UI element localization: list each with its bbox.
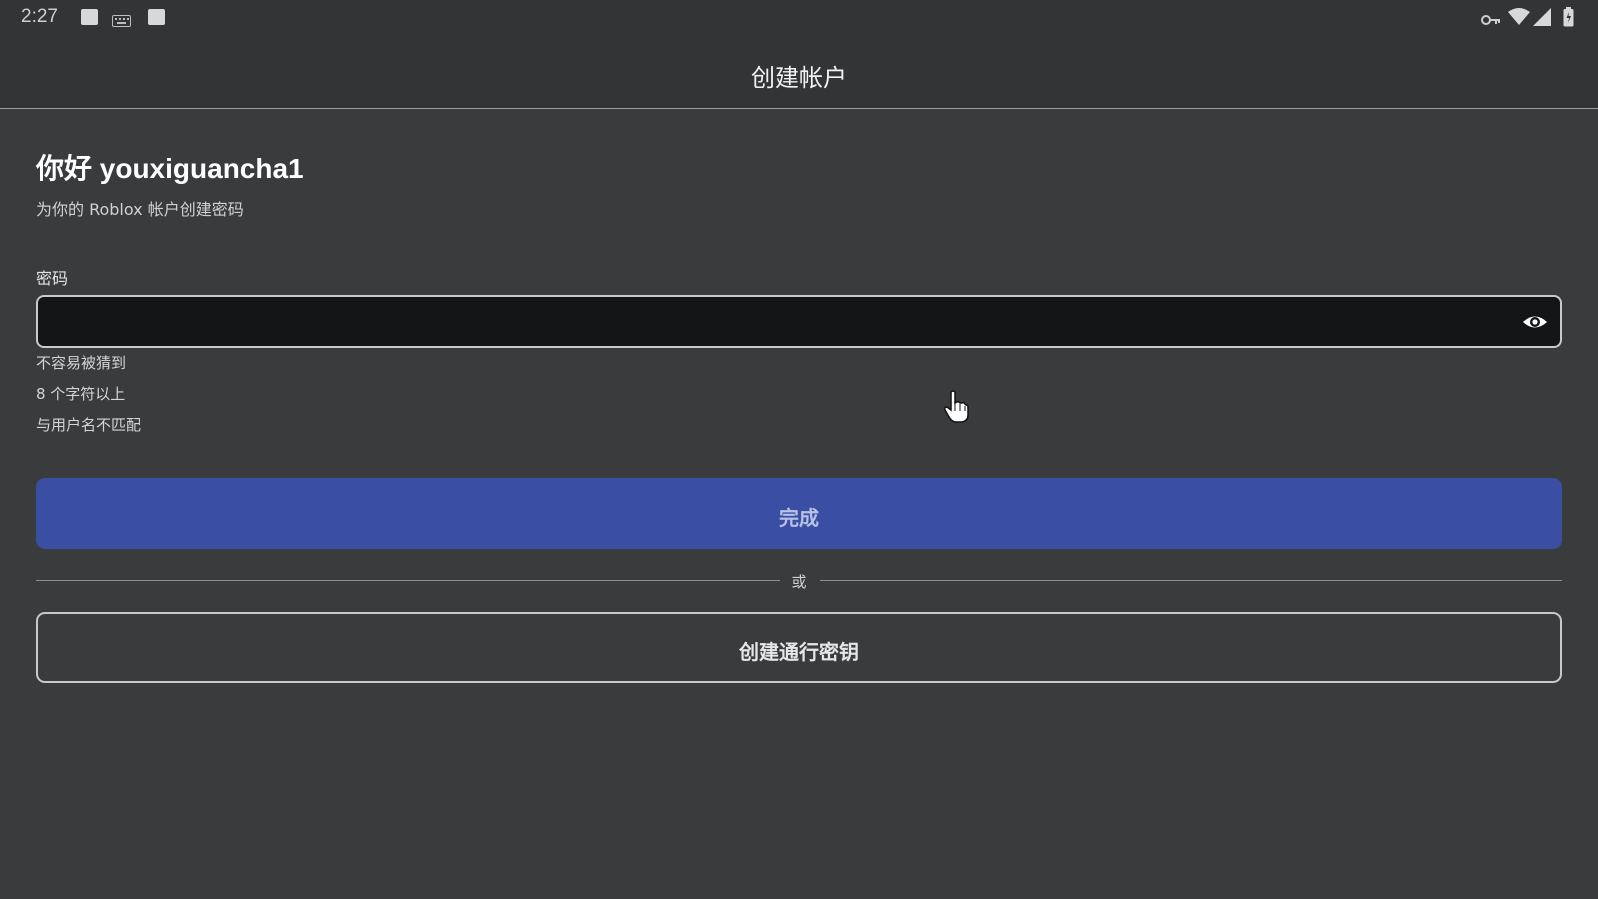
hand-cursor-icon <box>943 390 969 428</box>
divider <box>820 580 1562 581</box>
password-rule: 不容易被猜到 <box>36 354 127 372</box>
greeting-heading: 你好 youxiguancha1 <box>36 153 304 184</box>
divider-or-text: 或 <box>791 573 807 591</box>
page-title: 创建帐户 <box>751 64 847 92</box>
done-button-label: 完成 <box>779 506 819 530</box>
password-rule: 8 个字符以上 <box>36 385 126 403</box>
password-input[interactable] <box>52 305 1492 339</box>
subtitle: 为你的 Roblox 帐户创建密码 <box>36 200 244 219</box>
password-field[interactable] <box>36 295 1562 348</box>
password-label: 密码 <box>36 269 69 288</box>
create-passkey-label: 创建通行密钥 <box>739 640 859 664</box>
status-time: 2:27 <box>21 6 58 27</box>
app-header: 创建帐户 <box>0 36 1598 109</box>
create-passkey-button[interactable]: 创建通行密钥 <box>36 612 1562 683</box>
vpn-key-icon <box>1481 11 1501 30</box>
status-bar: 2:27 <box>0 0 1598 36</box>
password-rule: 与用户名不匹配 <box>36 416 142 434</box>
done-button[interactable]: 完成 <box>36 478 1562 549</box>
app-square-icon <box>148 9 165 29</box>
eye-icon[interactable] <box>1522 310 1548 334</box>
battery-icon <box>1563 7 1574 31</box>
signal-icon <box>1533 8 1551 30</box>
app-square-icon <box>81 9 98 29</box>
wifi-icon <box>1508 8 1530 30</box>
keyboard-icon <box>112 12 131 31</box>
